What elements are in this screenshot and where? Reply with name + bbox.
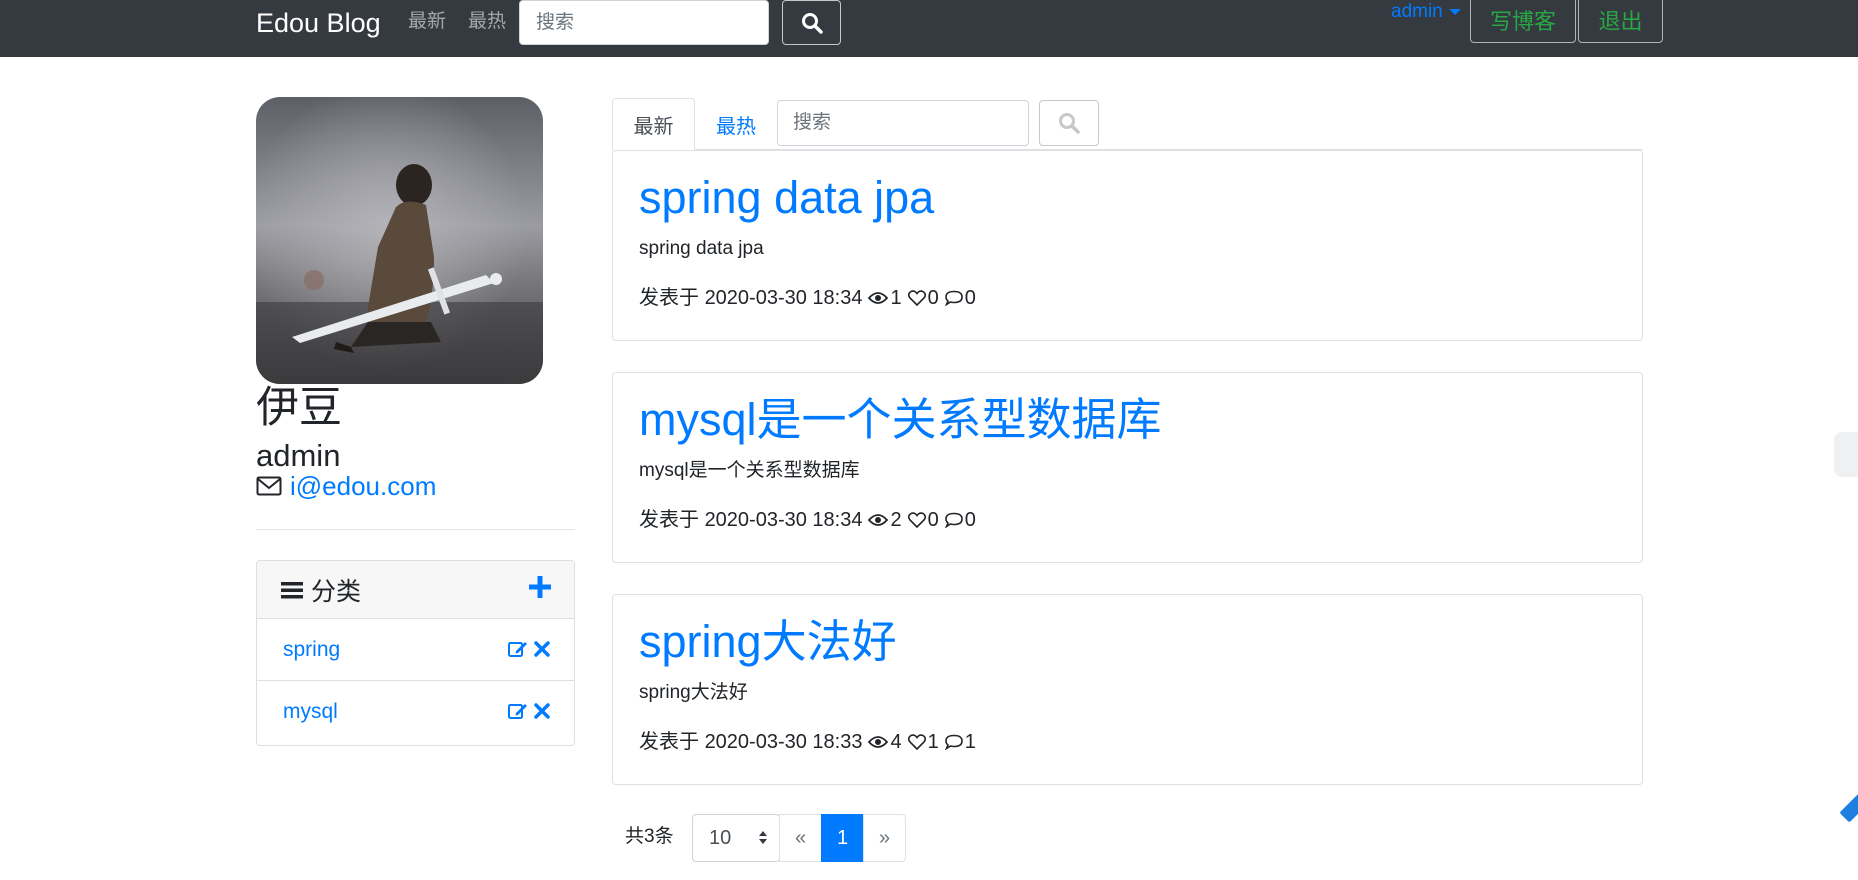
blog-search-button[interactable]	[1039, 100, 1099, 146]
heart-icon	[907, 512, 926, 528]
post-date: 2020-03-30 18:33	[704, 731, 863, 753]
select-arrows-icon	[759, 831, 767, 844]
post-summary: mysql是一个关系型数据库	[639, 460, 860, 481]
post-title-link[interactable]: mysql是一个关系型数据库	[639, 393, 1162, 447]
tab-hottest[interactable]: 最热	[701, 98, 771, 150]
write-blog-button[interactable]: 写博客	[1470, 0, 1576, 43]
user-dropdown-label: admin	[1391, 1, 1443, 22]
post-likes: 0	[927, 287, 939, 309]
eye-icon	[868, 291, 889, 305]
page-size-select[interactable]: 10	[692, 814, 780, 862]
add-category-button[interactable]	[528, 575, 552, 604]
category-item[interactable]: spring	[257, 619, 574, 681]
caret-down-icon	[1448, 9, 1461, 15]
post-meta: 发表于 2020-03-30 18:34 1 0 0	[639, 285, 976, 311]
page-size-value: 10	[709, 826, 732, 849]
comment-icon	[944, 734, 963, 750]
category-panel: 分类 spring mysql	[256, 560, 575, 746]
post-comments: 0	[964, 287, 976, 309]
pagination: « 1 »	[779, 814, 906, 862]
pagination-next[interactable]: »	[863, 814, 906, 862]
edit-icon[interactable]	[508, 702, 528, 720]
edit-icon[interactable]	[508, 640, 528, 658]
category-link-spring[interactable]: spring	[283, 638, 340, 662]
category-title: 分类	[311, 577, 362, 606]
post-date: 2020-03-30 18:34	[704, 287, 863, 309]
post-published-prefix: 发表于	[639, 287, 699, 309]
user-avatar[interactable]	[256, 97, 543, 384]
post-likes: 1	[927, 731, 939, 753]
avatar-image	[256, 97, 543, 384]
profile-nickname: 伊豆	[256, 384, 342, 432]
logout-button[interactable]: 退出	[1578, 0, 1663, 43]
eye-icon	[868, 513, 889, 527]
user-dropdown[interactable]: admin	[1391, 0, 1461, 24]
post-title-link[interactable]: spring data jpa	[639, 171, 934, 225]
search-icon	[1059, 113, 1080, 134]
category-header: 分类	[257, 561, 574, 619]
list-icon	[281, 581, 303, 598]
heart-icon	[907, 734, 926, 750]
heart-icon	[907, 290, 926, 306]
category-link-mysql[interactable]: mysql	[283, 700, 338, 724]
category-actions	[508, 702, 550, 720]
post-views: 2	[890, 509, 902, 531]
navbar-search-input[interactable]	[519, 0, 769, 45]
plus-icon	[529, 576, 551, 598]
side-floating-tab[interactable]	[1834, 432, 1858, 477]
category-item[interactable]: mysql	[257, 681, 574, 743]
comment-icon	[944, 512, 963, 528]
nav-link-latest[interactable]: 最新	[408, 10, 446, 34]
post-comments: 0	[964, 509, 976, 531]
email-link[interactable]: i@edou.com	[290, 470, 436, 502]
profile-username: admin	[256, 438, 341, 473]
eye-icon	[868, 735, 889, 749]
post-summary: spring data jpa	[639, 238, 764, 259]
pagination-prev[interactable]: «	[779, 814, 822, 862]
blog-post-card: mysql是一个关系型数据库 mysql是一个关系型数据库 发表于 2020-0…	[612, 372, 1643, 563]
comment-icon	[944, 290, 963, 306]
envelope-icon	[256, 476, 282, 496]
profile-email-row: i@edou.com	[256, 470, 436, 502]
top-navbar: Edou Blog 最新 最热 admin 写博客 退出	[0, 0, 1858, 57]
post-views: 4	[890, 731, 902, 753]
post-meta: 发表于 2020-03-30 18:33 4 1 1	[639, 729, 976, 755]
tab-latest[interactable]: 最新	[612, 98, 695, 150]
brand-logo[interactable]: Edou Blog	[256, 6, 381, 40]
blog-post-card: spring data jpa spring data jpa 发表于 2020…	[612, 150, 1643, 341]
profile-divider	[256, 529, 575, 530]
post-meta: 发表于 2020-03-30 18:34 2 0 0	[639, 507, 976, 533]
post-published-prefix: 发表于	[639, 731, 699, 753]
search-icon	[801, 12, 823, 34]
pagination-total: 共3条	[625, 826, 674, 847]
blog-search-input[interactable]	[777, 100, 1029, 146]
delete-icon[interactable]	[534, 641, 550, 657]
navbar-search-button[interactable]	[782, 0, 841, 45]
post-published-prefix: 发表于	[639, 509, 699, 531]
pagination-page-1[interactable]: 1	[821, 814, 864, 862]
post-date: 2020-03-30 18:34	[704, 509, 863, 531]
post-comments: 1	[964, 731, 976, 753]
post-likes: 0	[927, 509, 939, 531]
nav-link-hottest[interactable]: 最热	[468, 10, 506, 34]
blog-post-card: spring大法好 spring大法好 发表于 2020-03-30 18:33…	[612, 594, 1643, 785]
category-actions	[508, 640, 550, 658]
delete-icon[interactable]	[534, 703, 550, 719]
post-summary: spring大法好	[639, 682, 748, 703]
pen-icon[interactable]	[1839, 791, 1858, 823]
post-views: 1	[890, 287, 902, 309]
post-title-link[interactable]: spring大法好	[639, 615, 897, 669]
